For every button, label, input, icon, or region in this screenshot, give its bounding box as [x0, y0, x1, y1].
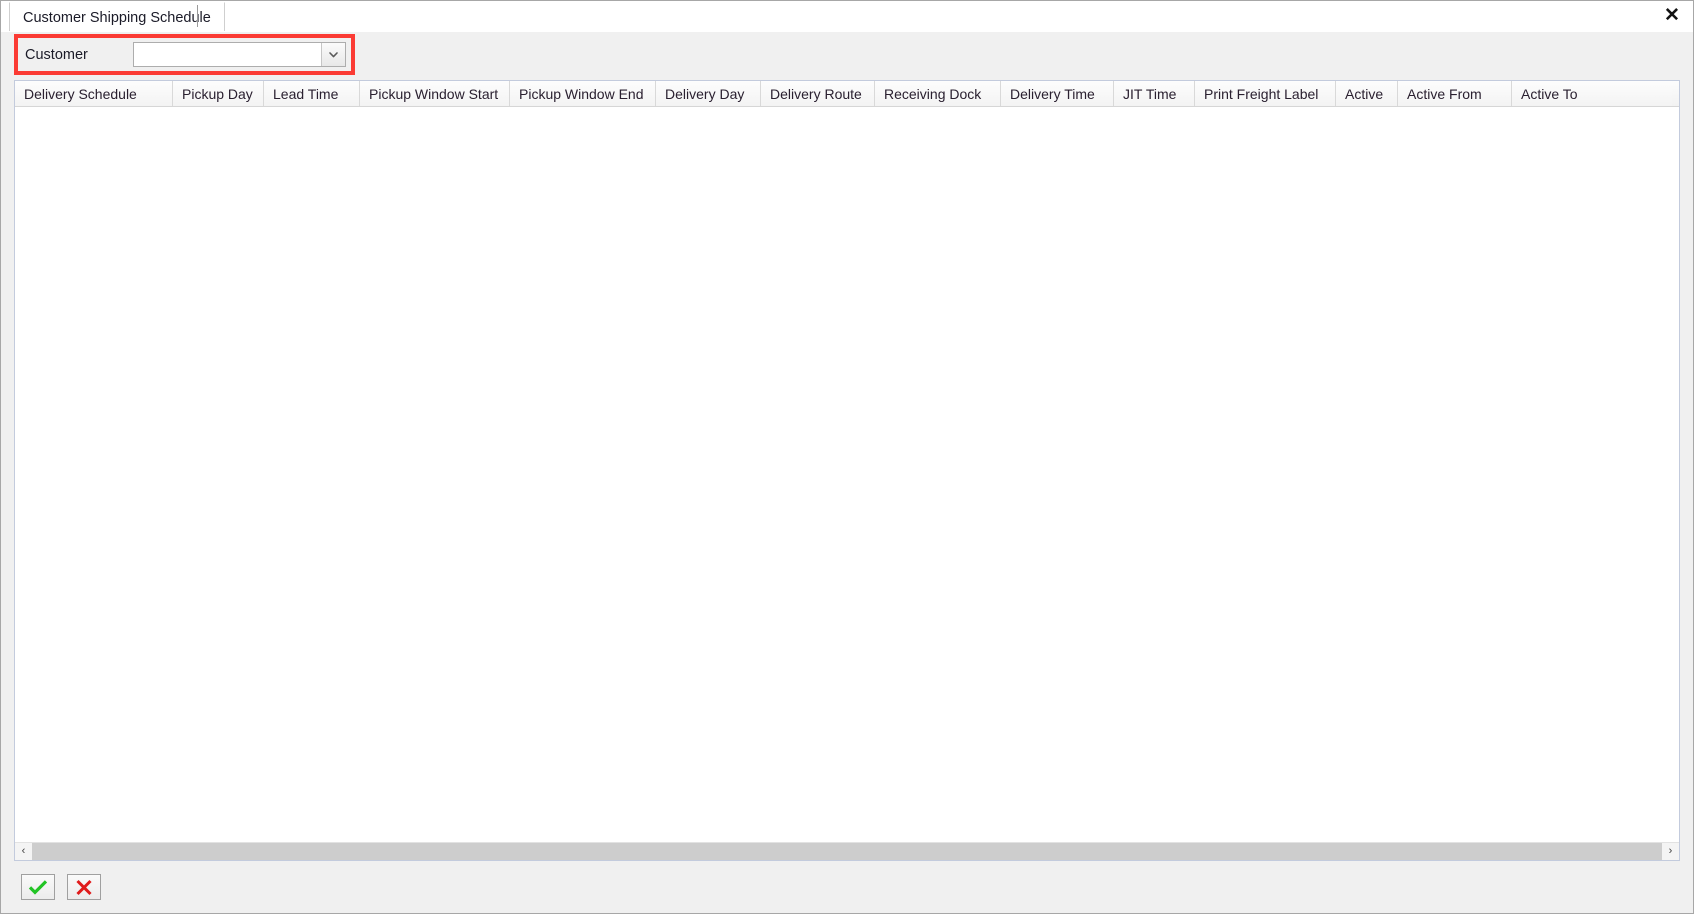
customer-combobox[interactable] [133, 42, 346, 67]
delivery-schedule-grid: Delivery Schedule Pickup Day Lead Time Pick… [14, 80, 1680, 861]
tab-separator [197, 5, 198, 27]
scrollbar-track[interactable] [32, 843, 1662, 860]
grid-column-header[interactable]: Active To [1512, 81, 1672, 106]
scrollbar-thumb[interactable] [32, 843, 1662, 860]
action-bar [1, 861, 1693, 913]
customer-input[interactable] [134, 43, 321, 66]
grid-column-header[interactable]: Pickup Window End [510, 81, 656, 106]
horizontal-scrollbar[interactable]: ‹ › [15, 842, 1679, 860]
tab-customer-shipping-schedule[interactable]: Customer Shipping Schedule [9, 2, 225, 31]
grid-column-header[interactable]: Delivery Schedule [15, 81, 173, 106]
chevron-down-icon[interactable] [321, 43, 345, 66]
grid-column-header[interactable]: Active From [1398, 81, 1512, 106]
grid-body[interactable] [15, 107, 1679, 842]
customer-field-row: Customer [25, 42, 346, 67]
grid-column-header[interactable]: Delivery Time [1001, 81, 1114, 106]
grid-header-row: Delivery Schedule Pickup Day Lead Time Pick… [15, 81, 1679, 107]
grid-column-header[interactable]: Print Freight Label [1195, 81, 1336, 106]
scroll-right-arrow-icon[interactable]: › [1662, 843, 1679, 860]
grid-column-header[interactable]: Active [1336, 81, 1398, 106]
grid-column-header[interactable]: Pickup Window Start [360, 81, 510, 106]
grid-column-header[interactable]: Pickup Day [173, 81, 264, 106]
grid-column-header[interactable]: JIT Time [1114, 81, 1195, 106]
grid-column-header[interactable]: Receiving Dock [875, 81, 1001, 106]
cancel-button[interactable] [67, 874, 101, 900]
filter-bar: Customer [1, 32, 1693, 80]
confirm-button[interactable] [21, 874, 55, 900]
tab-strip: Customer Shipping Schedule ✕ [1, 1, 1693, 32]
grid-column-header[interactable]: Delivery Route [761, 81, 875, 106]
grid-column-header[interactable]: Lead Time [264, 81, 360, 106]
customer-shipping-schedule-window: Customer Shipping Schedule ✕ Customer De… [0, 0, 1694, 914]
tab-label: Customer Shipping Schedule [23, 10, 211, 26]
scroll-left-arrow-icon[interactable]: ‹ [15, 843, 32, 860]
close-icon[interactable]: ✕ [1659, 3, 1685, 27]
customer-label: Customer [25, 46, 88, 63]
grid-column-header[interactable]: Delivery Day [656, 81, 761, 106]
